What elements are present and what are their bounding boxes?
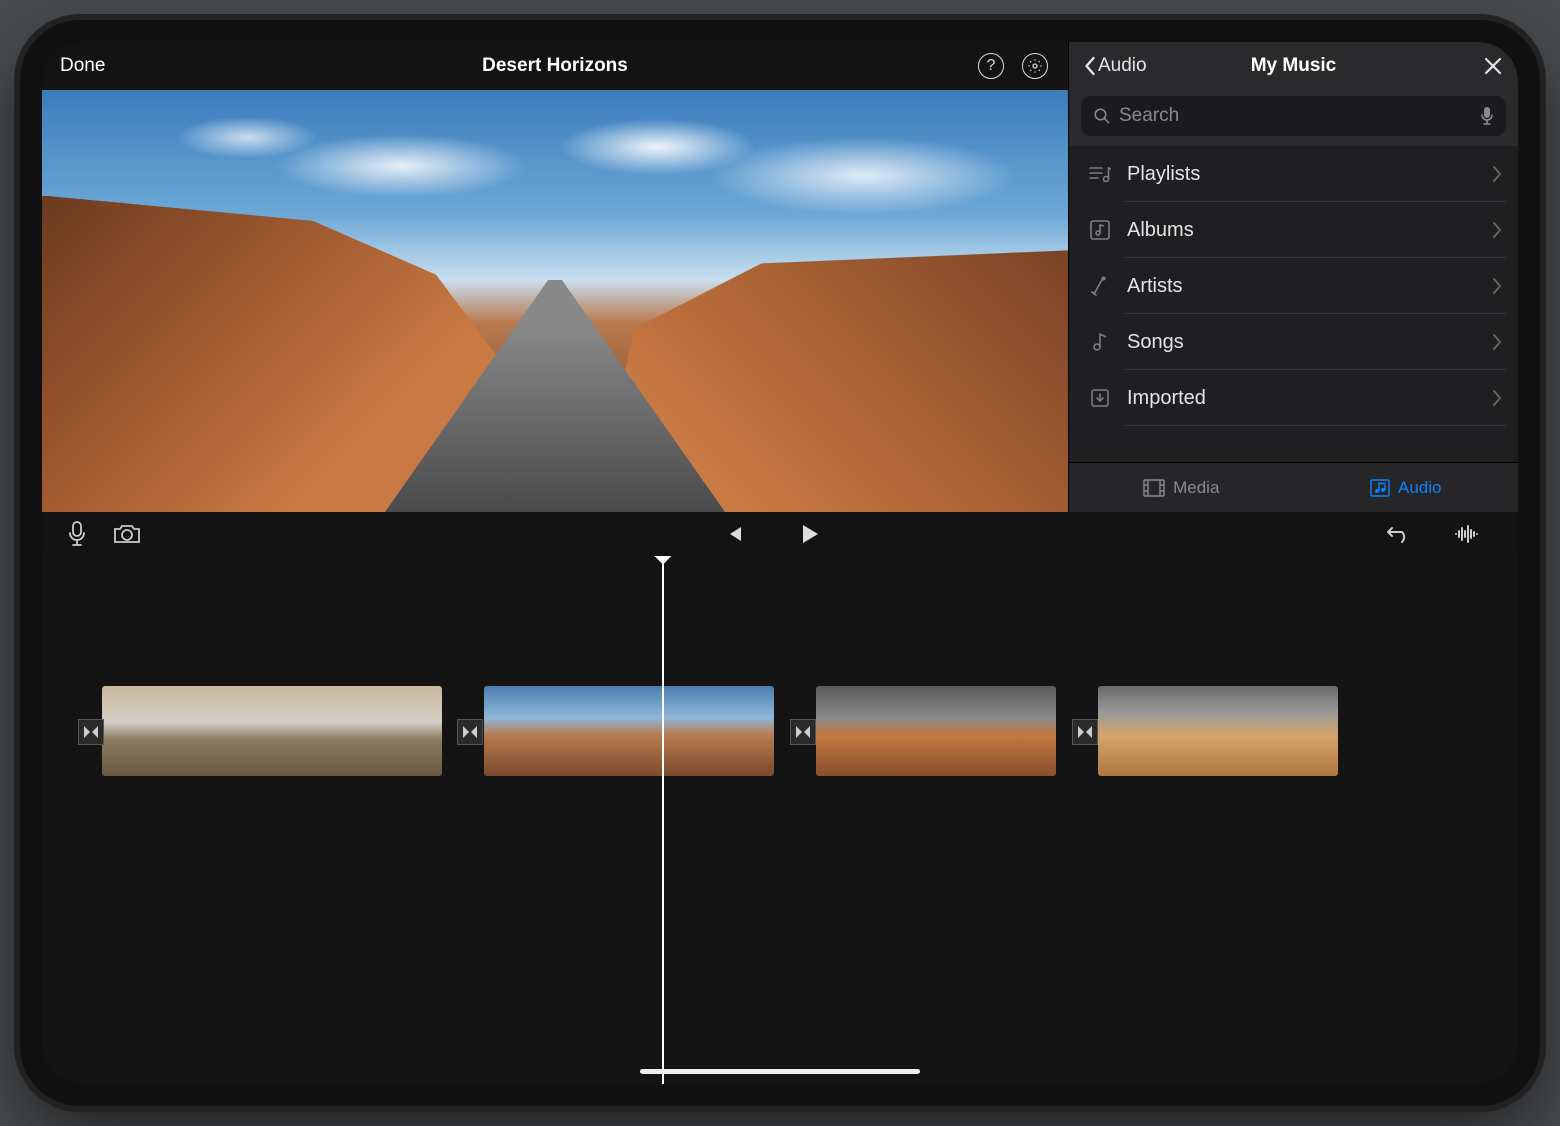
transition-button[interactable]	[457, 719, 483, 745]
playlists-icon	[1085, 165, 1115, 183]
search-input[interactable]	[1119, 105, 1472, 127]
row-songs[interactable]: Songs	[1069, 314, 1518, 370]
back-button[interactable]: Audio	[1083, 55, 1147, 77]
done-button[interactable]: Done	[60, 55, 105, 77]
timeline-clip[interactable]	[484, 686, 774, 776]
imported-icon	[1085, 388, 1115, 408]
close-panel-button[interactable]	[1482, 55, 1504, 77]
editor-left-pane: Done Desert Horizons ?	[42, 42, 1068, 512]
chevron-right-icon	[1493, 222, 1502, 238]
camera-button[interactable]	[110, 517, 144, 551]
waveform-icon	[1454, 525, 1480, 543]
transition-button[interactable]	[78, 719, 104, 745]
browser-tabs: Media Audio	[1069, 462, 1518, 512]
skip-back-button[interactable]	[717, 517, 751, 551]
media-browser-panel: Audio My Music	[1068, 42, 1518, 512]
row-label: Imported	[1127, 387, 1493, 410]
play-icon	[801, 524, 819, 544]
gear-icon	[1022, 53, 1048, 79]
chevron-right-icon	[1493, 390, 1502, 406]
chevron-right-icon	[1493, 278, 1502, 294]
title-bar: Done Desert Horizons ?	[42, 42, 1068, 90]
transition-icon	[795, 725, 811, 739]
albums-icon	[1085, 220, 1115, 240]
audio-icon	[1370, 479, 1390, 497]
chevron-right-icon	[1493, 334, 1502, 350]
row-label: Albums	[1127, 219, 1493, 242]
playhead[interactable]	[662, 556, 664, 1084]
settings-button[interactable]	[1020, 51, 1050, 81]
timeline-clip[interactable]	[1098, 686, 1338, 776]
panel-title: My Music	[1251, 55, 1337, 77]
transition-button[interactable]	[790, 719, 816, 745]
media-icon	[1143, 479, 1165, 497]
waveform-toggle-button[interactable]	[1450, 517, 1484, 551]
skip-back-icon	[725, 525, 743, 543]
row-label: Artists	[1127, 275, 1493, 298]
video-preview[interactable]	[42, 90, 1068, 512]
chevron-left-icon	[1083, 56, 1096, 76]
search-field[interactable]	[1081, 96, 1506, 136]
row-artists[interactable]: Artists	[1069, 258, 1518, 314]
tab-label: Media	[1173, 478, 1219, 498]
camera-icon	[113, 523, 141, 545]
playback-toolbar	[42, 512, 1518, 556]
microphone-icon	[68, 521, 86, 547]
panel-header: Audio My Music	[1069, 42, 1518, 90]
artists-icon	[1085, 276, 1115, 296]
app-screen: Done Desert Horizons ?	[42, 42, 1518, 1084]
transition-icon	[1077, 725, 1093, 739]
row-albums[interactable]: Albums	[1069, 202, 1518, 258]
record-voiceover-button[interactable]	[60, 517, 94, 551]
row-imported[interactable]: Imported	[1069, 370, 1518, 426]
tab-audio[interactable]: Audio	[1294, 463, 1519, 512]
top-area: Done Desert Horizons ?	[42, 42, 1518, 512]
songs-icon	[1085, 332, 1115, 352]
undo-button[interactable]	[1382, 517, 1416, 551]
transition-icon	[83, 725, 99, 739]
search-icon	[1093, 107, 1111, 125]
timeline-clip[interactable]	[102, 686, 442, 776]
back-label: Audio	[1098, 55, 1147, 77]
row-playlists[interactable]: Playlists	[1069, 146, 1518, 202]
tab-label: Audio	[1398, 478, 1441, 498]
close-icon	[1484, 57, 1502, 75]
ipad-device-frame: Done Desert Horizons ?	[20, 20, 1540, 1106]
help-icon: ?	[978, 53, 1004, 79]
undo-icon	[1387, 524, 1411, 544]
row-label: Songs	[1127, 331, 1493, 354]
play-button[interactable]	[793, 517, 827, 551]
chevron-right-icon	[1493, 166, 1502, 182]
transition-button[interactable]	[1072, 719, 1098, 745]
timeline-clip[interactable]	[816, 686, 1056, 776]
row-label: Playlists	[1127, 163, 1493, 186]
timeline[interactable]	[42, 556, 1518, 1084]
help-button[interactable]: ?	[976, 51, 1006, 81]
tab-media[interactable]: Media	[1069, 463, 1294, 512]
dictation-icon[interactable]	[1480, 106, 1494, 126]
project-title: Desert Horizons	[482, 55, 628, 77]
home-indicator[interactable]	[640, 1069, 920, 1074]
music-category-list[interactable]: Playlists Albums	[1069, 146, 1518, 462]
transition-icon	[462, 725, 478, 739]
